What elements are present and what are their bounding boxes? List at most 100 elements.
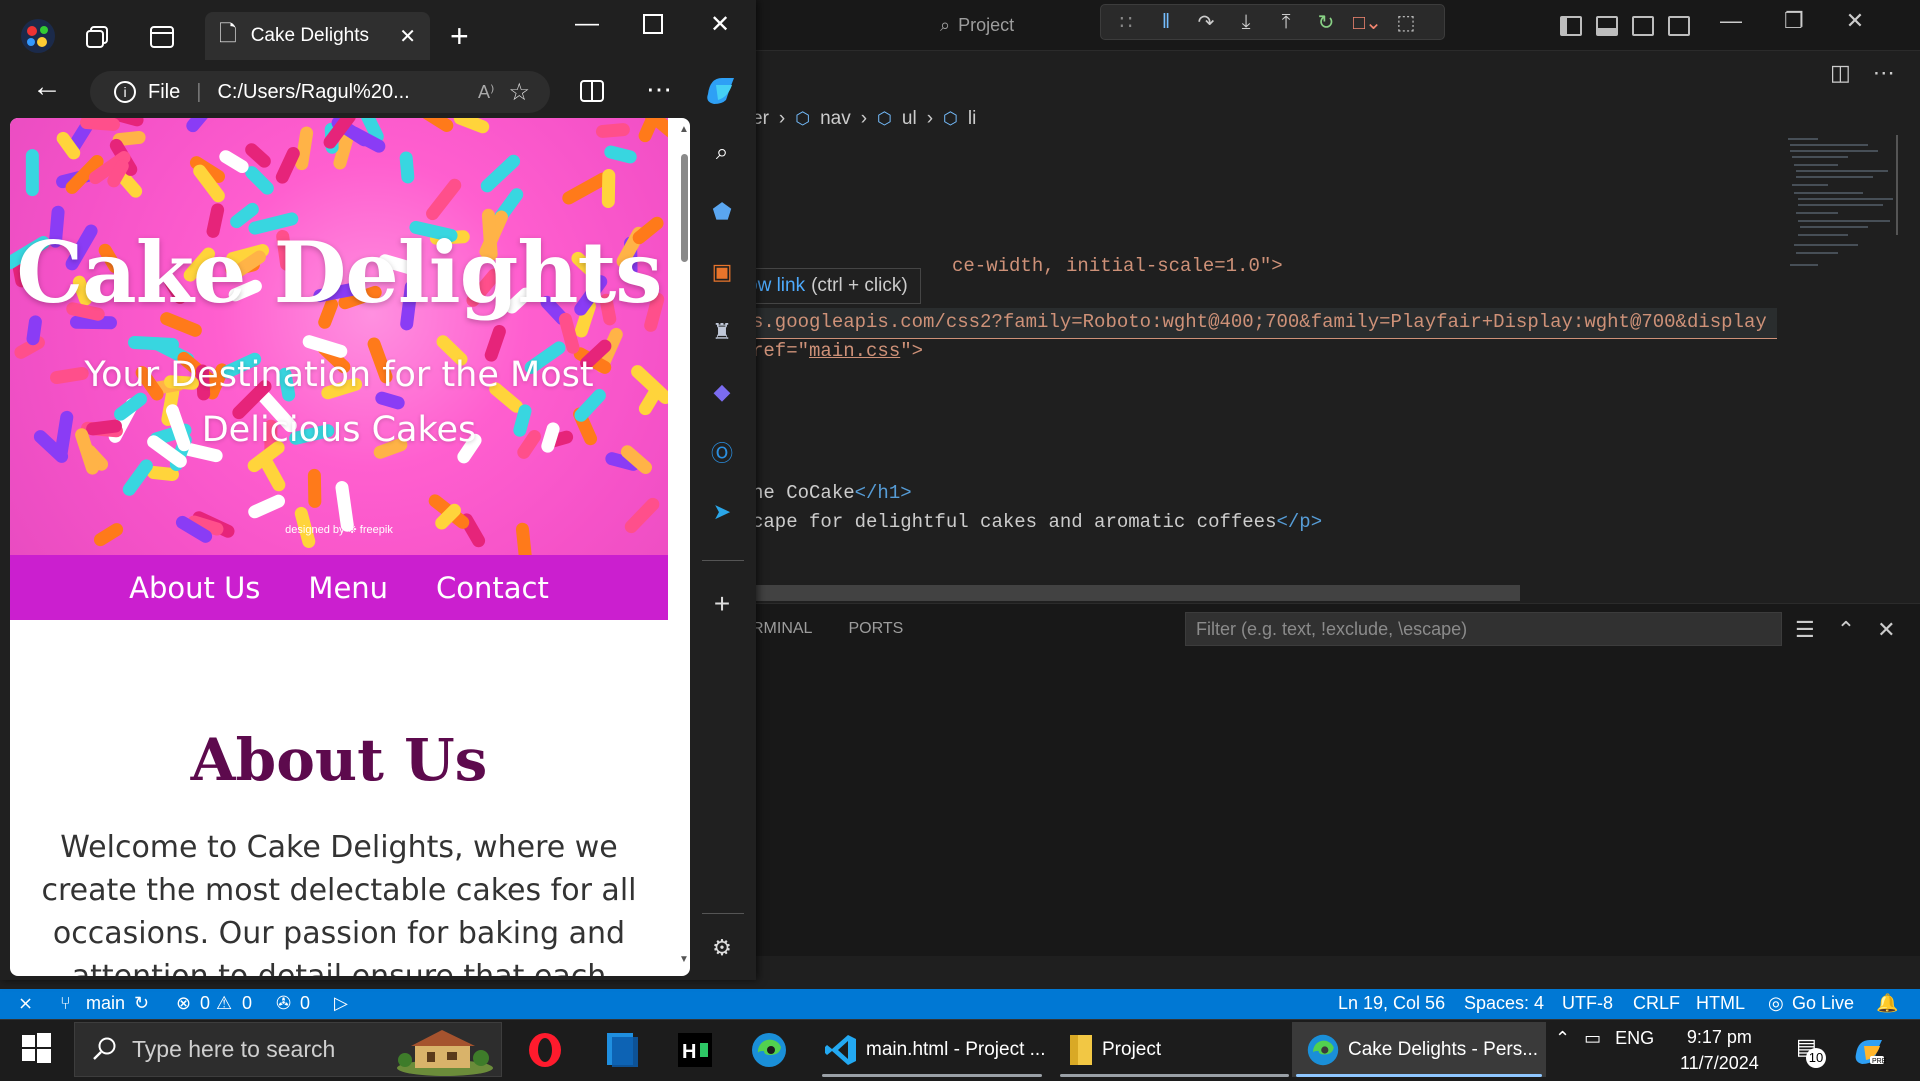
close-icon[interactable]: ✕	[710, 10, 730, 39]
warning-count[interactable]: 0	[242, 993, 252, 1014]
scroll-up-icon[interactable]: ▲	[679, 124, 689, 135]
maximize-icon[interactable]	[643, 14, 663, 34]
games-icon[interactable]: ♜	[704, 314, 740, 350]
page-scrollbar[interactable]: ▲ ▼	[678, 118, 690, 976]
more-actions-icon[interactable]: ⋯	[1873, 60, 1895, 86]
stop-icon[interactable]: □⌄	[1353, 10, 1382, 35]
outlook-icon[interactable]: Ⓞ	[704, 434, 740, 470]
restore-icon[interactable]: ❐	[1784, 8, 1804, 42]
edge-taskbar-button[interactable]	[744, 1022, 794, 1077]
collections-icon[interactable]	[84, 24, 110, 50]
site-nav: About Us Menu Contact	[10, 555, 668, 620]
debug-icon[interactable]: ▷	[334, 993, 348, 1014]
sync-icon[interactable]: ↻	[134, 993, 149, 1014]
split-screen-icon[interactable]	[580, 80, 604, 102]
network-icon[interactable]: ▭	[1584, 1028, 1601, 1049]
copilot-icon[interactable]	[702, 72, 738, 108]
step-out-icon[interactable]: ⤒	[1273, 11, 1299, 34]
error-icon[interactable]: ⊗	[176, 993, 191, 1014]
language-mode[interactable]: HTML	[1696, 993, 1745, 1014]
edge-window-taskbar-button[interactable]: Cake Delights - Pers...	[1292, 1022, 1546, 1077]
maximize-panel-icon[interactable]: ⌃	[1837, 617, 1855, 643]
nav-link-about[interactable]: About Us	[129, 571, 260, 605]
hackerrank-taskbar-button[interactable]: H	[670, 1022, 720, 1077]
go-live-button[interactable]: Go Live	[1792, 993, 1854, 1014]
info-icon[interactable]: i	[114, 81, 136, 103]
minimap[interactable]	[1778, 135, 1898, 285]
breadcrumb-item[interactable]: li	[968, 108, 976, 130]
restart-icon[interactable]: ↻	[1313, 10, 1339, 35]
minimize-icon[interactable]: —	[1720, 8, 1742, 42]
branch-name[interactable]: main	[86, 993, 125, 1014]
nav-link-menu[interactable]: Menu	[308, 571, 388, 605]
indentation[interactable]: Spaces: 4	[1464, 993, 1544, 1014]
scroll-down-icon[interactable]: ▼	[679, 954, 689, 965]
send-icon[interactable]: ➤	[704, 494, 740, 530]
close-icon[interactable]: ✕	[1846, 8, 1864, 42]
filter-input[interactable]: Filter (e.g. text, !exclude, \escape)	[1185, 612, 1782, 646]
favorite-icon[interactable]: ☆	[508, 78, 530, 107]
close-tab-icon[interactable]: ✕	[399, 24, 416, 49]
language-indicator[interactable]: ENG	[1615, 1028, 1654, 1049]
error-count[interactable]: 0	[200, 993, 210, 1014]
toggle-panel-icon[interactable]	[1596, 16, 1618, 36]
copilot-icon[interactable]: PRE	[1852, 1034, 1886, 1068]
split-editor-icon[interactable]: ◫	[1830, 60, 1851, 86]
toggle-sidebar-icon[interactable]	[1560, 16, 1582, 36]
shopping-tag-icon[interactable]: ⬟	[704, 194, 740, 230]
encoding[interactable]: UTF-8	[1562, 993, 1613, 1014]
tab-ports[interactable]: PORTS	[848, 620, 903, 638]
code-line[interactable]: ce-width, initial-scale=1.0">	[952, 255, 1283, 277]
gear-icon[interactable]: ⚙	[704, 930, 740, 966]
nav-link-contact[interactable]: Contact	[436, 571, 549, 605]
ports-count[interactable]: 0	[300, 993, 310, 1014]
toggle-secondary-sidebar-icon[interactable]	[1632, 16, 1654, 36]
new-tab-icon[interactable]: +	[450, 18, 469, 55]
windows-start-icon[interactable]	[20, 1032, 52, 1064]
drag-handle-icon[interactable]: ∷	[1113, 10, 1139, 35]
minimize-icon[interactable]: —	[575, 10, 599, 38]
ports-icon[interactable]: ✇	[276, 993, 291, 1014]
add-icon[interactable]: +	[704, 586, 740, 622]
bell-icon[interactable]: 🔔	[1876, 993, 1898, 1014]
warning-icon[interactable]: ⚠	[216, 993, 232, 1014]
step-into-icon[interactable]: ⤓	[1233, 11, 1259, 34]
chevron-up-icon[interactable]: ⌃	[1555, 1028, 1570, 1049]
tab-terminal[interactable]: RMINAL	[752, 620, 812, 638]
vscode-taskbar-button[interactable]: main.html - Project ...	[818, 1022, 1046, 1077]
remote-icon[interactable]: ⨯	[18, 993, 33, 1014]
code-line[interactable]: ref="main.css">	[752, 340, 923, 362]
address-bar[interactable]: i File | C:/Users/Ragul%20... A⁾ ☆	[90, 71, 550, 113]
file-taskbar-button[interactable]	[596, 1022, 646, 1077]
read-aloud-icon[interactable]: A⁾	[478, 82, 494, 103]
list-icon[interactable]: ☰	[1795, 617, 1815, 643]
horizontal-scrollbar[interactable]	[752, 585, 1520, 601]
search-icon[interactable]: ⌕	[704, 134, 740, 170]
more-options-icon[interactable]: ⋯	[646, 74, 672, 105]
browser-tab[interactable]: 🗋 Cake Delights ✕	[205, 12, 430, 60]
step-over-icon[interactable]: ↷	[1193, 10, 1219, 35]
scroll-thumb[interactable]	[681, 154, 688, 262]
pause-icon[interactable]: ‖	[1153, 11, 1179, 34]
code-line[interactable]: s.googleapis.com/css2?family=Roboto:wght…	[752, 311, 1767, 333]
line-ending[interactable]: CRLF	[1633, 993, 1680, 1014]
profile-avatar[interactable]	[20, 18, 56, 54]
panel-tabs: RMINAL PORTS	[752, 620, 903, 638]
breadcrumb-item[interactable]: nav	[820, 108, 851, 130]
code-link[interactable]: main.css	[809, 340, 900, 362]
cursor-position[interactable]: Ln 19, Col 56	[1338, 993, 1445, 1014]
code-line[interactable]: ne CoCake</h1>	[752, 482, 912, 504]
back-icon[interactable]: ←	[32, 70, 62, 104]
opera-taskbar-button[interactable]	[520, 1022, 570, 1077]
command-center[interactable]: ⌕ Project	[940, 10, 1100, 40]
inspect-icon[interactable]: ⬚	[1393, 10, 1419, 35]
tab-actions-icon[interactable]	[149, 24, 175, 50]
close-panel-icon[interactable]: ✕	[1877, 617, 1895, 643]
customize-layout-icon[interactable]	[1668, 16, 1690, 36]
taskbar-clock[interactable]: 9:17 pm 11/7/2024	[1680, 1024, 1759, 1076]
tools-icon[interactable]: ▣	[704, 254, 740, 290]
explorer-taskbar-button[interactable]: Project	[1056, 1022, 1293, 1077]
breadcrumb-item[interactable]: ul	[902, 108, 917, 130]
code-line[interactable]: cape for delightful cakes and aromatic c…	[752, 511, 1322, 533]
copilot-app-icon[interactable]: ◆	[704, 374, 740, 410]
